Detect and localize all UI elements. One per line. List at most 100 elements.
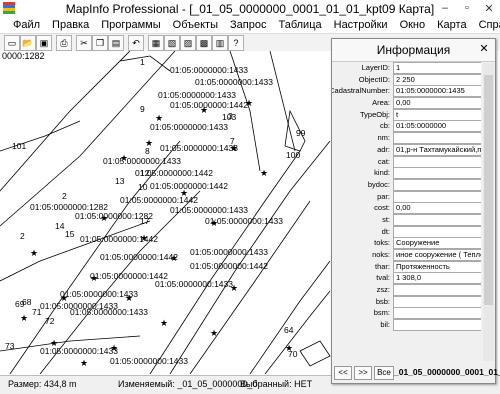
info-row-bsb: bsb: xyxy=(332,295,481,308)
menu-programs[interactable]: Программы xyxy=(95,17,166,33)
info-row-kind: kind: xyxy=(332,167,481,180)
info-row-nm: nm: xyxy=(332,132,481,145)
print-icon[interactable]: ⎙ xyxy=(56,35,72,51)
field-value[interactable] xyxy=(393,190,481,203)
info-row-bydoc: bydoc: xyxy=(332,178,481,191)
parcel-label: 01:05:0000000:1433 xyxy=(158,90,236,100)
field-value[interactable] xyxy=(393,295,481,308)
field-value[interactable]: иное сооружение ( Тепло xyxy=(393,249,481,261)
field-value[interactable] xyxy=(393,225,481,238)
info-nav-bar: << >> Все _01_05_0000000_0001_01_01_ xyxy=(334,366,500,380)
svg-text:★: ★ xyxy=(160,318,168,328)
point-number-label: 71 xyxy=(32,307,42,317)
info-row-typeobj: TypeObj: t xyxy=(332,108,481,121)
info-window-title: Информация xyxy=(332,39,495,62)
point-number-label: 7 xyxy=(230,136,235,146)
save-icon[interactable]: ▣ xyxy=(36,35,52,51)
new-table-icon[interactable]: ▭ xyxy=(4,35,20,51)
menu-bar: Файл Правка Программы Объекты Запрос Таб… xyxy=(0,17,500,33)
close-icon[interactable]: ✕ xyxy=(477,42,491,56)
point-number-label: 70 xyxy=(288,349,298,359)
parcel-label: 01:05:0000000:1433 xyxy=(40,346,118,356)
field-value[interactable]: 0,00 xyxy=(393,97,481,110)
field-value[interactable] xyxy=(393,307,481,320)
info-row-objectid: ObjectID: 2 250 xyxy=(332,73,481,86)
parcel-label: 01:05:0000000:1442 xyxy=(120,195,198,205)
copy-icon[interactable]: ❐ xyxy=(92,35,108,51)
svg-text:★: ★ xyxy=(80,358,88,368)
field-value[interactable]: 01:05:0000000:1435 xyxy=(393,85,481,98)
next-record-button[interactable]: >> xyxy=(354,366,372,380)
new-mapper-icon[interactable]: ▧ xyxy=(164,35,180,51)
close-button[interactable]: ✕ xyxy=(478,0,500,16)
parcel-label: 01:05:0000000:1433 xyxy=(60,289,138,299)
field-value[interactable]: 1 xyxy=(393,62,481,74)
field-value[interactable]: t xyxy=(393,108,481,121)
point-number-label: 2 xyxy=(20,231,25,241)
field-value[interactable] xyxy=(393,178,481,191)
point-number-label: 99 xyxy=(296,128,306,138)
parcel-label: 01:05:0000000:1433 xyxy=(155,279,233,289)
info-tool-window: Информация ✕ LayerID: 1 ObjectID: 2 250 Ca… xyxy=(331,38,500,384)
point-number-label: 1 xyxy=(140,57,145,67)
parcel-label: 01:05:0000000:1433 xyxy=(110,356,188,366)
point-number-label: 2 xyxy=(62,191,67,201)
parcel-label: 01:05:0000000:1433 xyxy=(70,307,148,317)
menu-window[interactable]: Окно xyxy=(394,17,432,33)
cut-icon[interactable]: ✂ xyxy=(76,35,92,51)
point-number-label: 14 xyxy=(55,221,65,231)
field-value[interactable] xyxy=(393,155,481,168)
svg-text:★: ★ xyxy=(260,168,268,178)
point-number-label: 9 xyxy=(140,104,145,114)
field-value[interactable] xyxy=(393,132,481,145)
parcel-label: 01:05:0000000:1433 xyxy=(170,65,248,75)
new-grapher-icon[interactable]: ▨ xyxy=(180,35,196,51)
menu-help[interactable]: Справка xyxy=(473,17,500,33)
menu-objects[interactable]: Объекты xyxy=(167,17,224,33)
parcel-label: 01:05:0000000:1433 xyxy=(160,143,238,153)
point-number-label: 8 xyxy=(145,146,150,156)
menu-table[interactable]: Таблица xyxy=(272,17,327,33)
field-value[interactable]: Сооружение xyxy=(393,237,481,250)
maximize-button[interactable]: ▫ xyxy=(456,0,478,16)
scroll-thumb[interactable] xyxy=(484,75,493,305)
field-value[interactable] xyxy=(393,319,481,332)
menu-file[interactable]: Файл xyxy=(7,17,46,33)
status-editable-layer[interactable]: Изменяемый: _01_05_0000000_0 xyxy=(118,379,257,389)
new-layout-icon[interactable]: ▩ xyxy=(196,35,212,51)
menu-query[interactable]: Запрос xyxy=(224,17,272,33)
info-layer-name: _01_05_0000000_0001_01_01_ xyxy=(394,367,500,377)
point-number-label: 69 xyxy=(15,299,25,309)
redistrict-icon[interactable]: ▥ xyxy=(212,35,228,51)
status-size: Размер: 434,8 m xyxy=(8,379,77,389)
field-value[interactable]: 1 308,0 xyxy=(393,272,481,285)
new-browser-icon[interactable]: ▦ xyxy=(148,35,164,51)
info-row-area: Area: 0,00 xyxy=(332,97,481,110)
prev-record-button[interactable]: << xyxy=(334,366,352,380)
field-value[interactable] xyxy=(393,284,481,297)
paste-icon[interactable]: ▤ xyxy=(108,35,124,51)
info-row-dt: dt: xyxy=(332,225,481,238)
parcel-label: 01:05:0000000:1433 xyxy=(190,247,268,257)
undo-icon[interactable]: ↶ xyxy=(128,35,144,51)
point-number-label: 10 xyxy=(138,182,148,192)
open-icon[interactable]: 📂 xyxy=(20,35,36,51)
show-all-button[interactable]: Все xyxy=(374,366,394,380)
status-selected: Выбранный: НЕТ xyxy=(240,379,313,389)
field-value[interactable] xyxy=(393,213,481,226)
menu-settings[interactable]: Настройки xyxy=(328,17,394,33)
field-value[interactable]: 01,р-н Тахтамукайский,п xyxy=(393,143,481,156)
field-value[interactable] xyxy=(393,167,481,180)
field-value[interactable]: 0,00 xyxy=(393,202,481,215)
info-fields: LayerID: 1 ObjectID: 2 250 CadastralNumber… xyxy=(332,62,481,362)
menu-edit[interactable]: Правка xyxy=(46,17,95,33)
menu-map[interactable]: Карта xyxy=(431,17,472,33)
field-value[interactable]: 2 250 xyxy=(393,73,481,86)
help-icon[interactable]: ? xyxy=(228,35,244,51)
point-number-label: 64 xyxy=(284,325,294,335)
field-value[interactable]: Протяженность xyxy=(393,260,481,273)
minimize-button[interactable]: – xyxy=(434,0,456,16)
info-scrollbar[interactable] xyxy=(483,63,494,361)
field-value[interactable]: 01:05:0000000 xyxy=(393,120,481,133)
parcel-label: 01:05:0000000:1442 xyxy=(190,261,268,271)
